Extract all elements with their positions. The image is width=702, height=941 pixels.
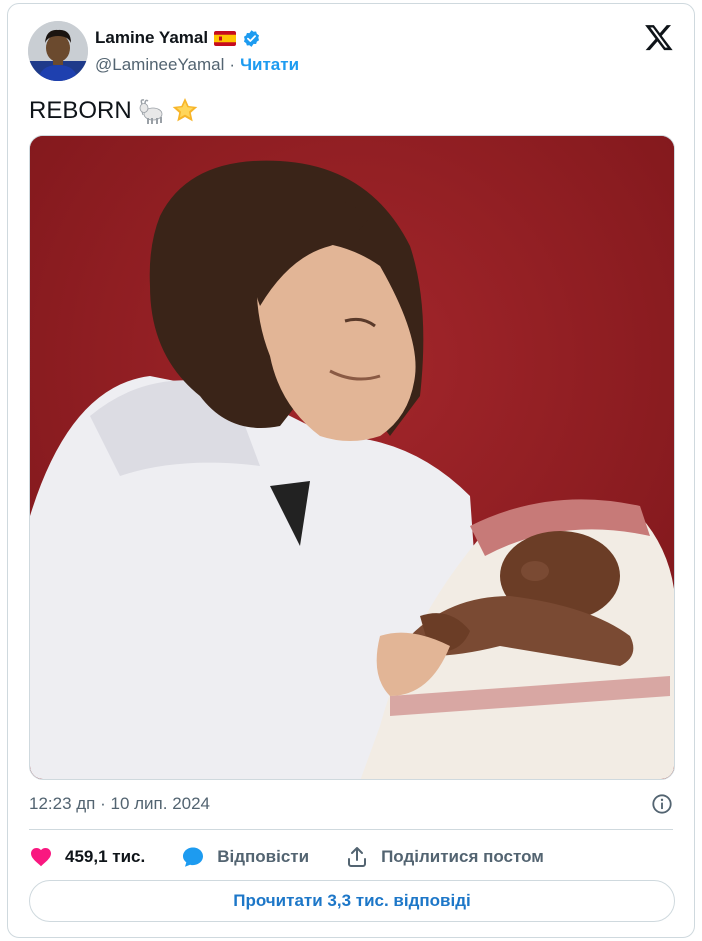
- avatar[interactable]: [28, 21, 88, 81]
- action-bar: 459,1 тис. Відповісти Поділитися постом: [29, 842, 673, 872]
- reply-button[interactable]: Відповісти: [181, 845, 309, 869]
- reply-bubble-icon: [183, 847, 204, 867]
- info-icon[interactable]: [651, 793, 673, 815]
- heart-icon: [31, 848, 51, 867]
- share-label: Поділитися постом: [381, 847, 544, 866]
- tweet-header: Lamine Yamal @LamineeYamal · Читати: [28, 18, 674, 88]
- x-logo-icon[interactable]: [644, 22, 674, 52]
- timestamp-row: 12:23 дп · 10 лип. 2024: [29, 791, 673, 817]
- separator: ·: [229, 55, 236, 74]
- tweet-body: REBORN: [29, 97, 132, 124]
- tweet-timestamp[interactable]: 12:23 дп · 10 лип. 2024: [29, 794, 210, 814]
- share-button[interactable]: Поділитися постом: [345, 845, 544, 869]
- handle-row: @LamineeYamal · Читати: [95, 55, 299, 75]
- spain-flag-icon: [214, 30, 237, 46]
- goat-emoji-icon: [136, 96, 166, 126]
- display-name[interactable]: Lamine Yamal: [95, 28, 208, 48]
- read-replies-button[interactable]: Прочитати 3,3 тис. відповіді: [29, 880, 675, 922]
- divider: [29, 829, 673, 830]
- reply-label: Відповісти: [217, 847, 310, 866]
- like-button[interactable]: 459,1 тис.: [29, 845, 145, 869]
- share-upload-icon: [348, 847, 367, 867]
- user-handle[interactable]: @LamineeYamal: [95, 55, 224, 75]
- tweet-card: Lamine Yamal @LamineeYamal · Читати REBO…: [7, 3, 695, 938]
- tweet-text: REBORN: [29, 96, 200, 126]
- verified-badge-icon: [242, 29, 261, 48]
- follow-link[interactable]: Читати: [240, 55, 299, 75]
- like-count: 459,1 тис.: [65, 847, 146, 866]
- glowing-star-emoji-icon: [170, 96, 200, 126]
- name-row: Lamine Yamal: [95, 28, 261, 48]
- tweet-photo[interactable]: [29, 135, 675, 780]
